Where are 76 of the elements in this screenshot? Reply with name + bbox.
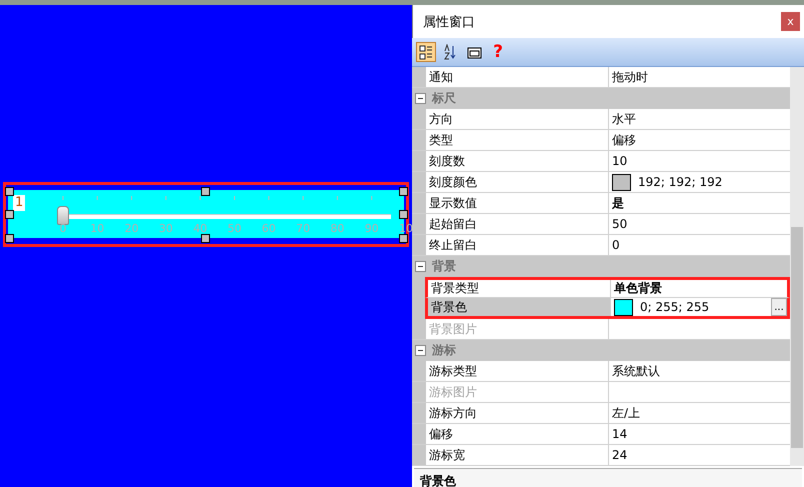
scale-label: 10 <box>90 222 104 235</box>
resize-handle[interactable] <box>399 234 408 243</box>
property-value: 单色背景 <box>614 280 662 297</box>
collapse-icon[interactable] <box>415 93 426 104</box>
resize-handle[interactable] <box>5 210 14 219</box>
category-label: 游标 <box>432 342 456 359</box>
property-row[interactable]: 刻度数 10 <box>412 151 790 172</box>
collapse-icon[interactable] <box>415 261 426 272</box>
property-value: 系统默认 <box>612 362 660 380</box>
property-value: 192; 192; 192 <box>638 175 722 189</box>
browse-button[interactable]: ... <box>771 298 787 316</box>
panel-title: 属性窗口 <box>423 14 475 30</box>
property-row[interactable]: 游标方向 左/上 <box>412 403 790 424</box>
property-row[interactable]: 通知 拖动时 <box>412 67 790 88</box>
property-row[interactable]: 方向 水平 <box>412 109 790 130</box>
property-name[interactable]: 通知 <box>426 67 609 87</box>
scale-label: 40 <box>193 222 208 235</box>
property-row[interactable]: 游标类型 系统默认 <box>412 361 790 382</box>
collapse-icon[interactable] <box>415 345 426 356</box>
property-value: 左/上 <box>612 404 640 422</box>
resize-handle[interactable] <box>399 210 408 219</box>
resize-handle[interactable] <box>5 234 14 243</box>
property-name[interactable]: 背景类型 <box>428 280 611 297</box>
category-label: 背景 <box>432 258 456 275</box>
property-name[interactable]: 偏移 <box>426 424 609 444</box>
property-value: 偏移 <box>612 132 636 148</box>
resize-handle[interactable] <box>201 234 210 243</box>
property-value: 拖动时 <box>612 68 648 86</box>
scrollbar[interactable] <box>790 67 804 466</box>
property-name[interactable]: 游标宽 <box>426 445 609 465</box>
property-name[interactable]: 游标方向 <box>426 403 609 423</box>
scale-label: 0 <box>60 222 66 235</box>
property-row[interactable]: 终止留白 0 <box>412 235 790 256</box>
property-name[interactable]: 方向 <box>426 109 609 129</box>
property-value: 50 <box>612 217 628 231</box>
property-row[interactable]: 起始留白 50 <box>412 214 790 235</box>
property-name[interactable]: 背景色 <box>428 298 611 316</box>
property-row[interactable]: 偏移 14 <box>412 424 790 445</box>
property-row[interactable]: 类型 偏移 <box>412 130 790 151</box>
property-value: 10 <box>612 154 628 168</box>
property-value: 水平 <box>612 110 636 128</box>
resize-handle[interactable] <box>201 187 210 196</box>
close-button[interactable]: x <box>781 12 800 31</box>
sort-icon <box>443 44 457 60</box>
property-row[interactable]: 显示数值 是 <box>412 193 790 214</box>
property-name[interactable]: 显示数值 <box>426 193 609 213</box>
scale-label: 70 <box>296 222 310 235</box>
property-value: 24 <box>612 448 628 462</box>
property-value: 0; 255; 255 <box>640 300 710 314</box>
resize-handle[interactable] <box>399 187 408 196</box>
property-row[interactable]: 背景类型 单色背景 <box>425 277 790 298</box>
status-text: 背景色 <box>420 474 456 487</box>
slider-thumb[interactable] <box>57 206 69 225</box>
resize-handle[interactable] <box>5 187 14 196</box>
property-value: 是 <box>612 194 624 212</box>
property-value: 14 <box>612 427 628 441</box>
scale-label: 30 <box>158 222 173 235</box>
scale-label: 60 <box>262 222 276 235</box>
scale-label: 90 <box>364 222 379 235</box>
scale-label: 50 <box>228 222 242 235</box>
property-name[interactable]: 刻度颜色 <box>426 172 609 192</box>
property-row[interactable]: 游标宽 24 <box>412 445 790 466</box>
scale-label: 80 <box>330 222 344 235</box>
toolbar-button[interactable] <box>416 42 436 62</box>
property-name[interactable]: 刻度数 <box>426 151 609 171</box>
property-row[interactable]: 背景色 0; 255; 255 ... <box>425 298 790 319</box>
property-name[interactable]: 起始留白 <box>426 214 609 234</box>
property-pages-icon <box>466 46 482 58</box>
property-name[interactable]: 终止留白 <box>426 235 609 255</box>
property-value: 0 <box>612 238 620 252</box>
category-label: 标尺 <box>432 90 456 107</box>
scale-label: 20 <box>124 222 139 235</box>
widget-label: 1 <box>13 195 26 211</box>
property-row[interactable]: 刻度颜色 192; 192; 192 <box>412 172 790 193</box>
categorized-icon <box>419 44 433 60</box>
property-name[interactable]: 游标类型 <box>426 361 609 381</box>
